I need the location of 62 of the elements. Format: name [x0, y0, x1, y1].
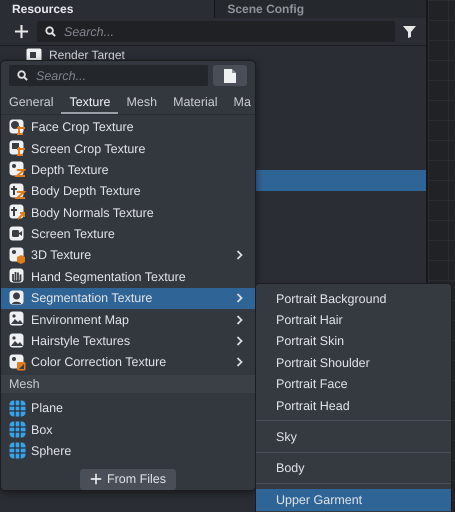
menu-item[interactable]: Environment Map	[1, 308, 255, 330]
search-icon	[45, 26, 56, 37]
menu-item[interactable]: Box	[1, 418, 255, 440]
panel-tab[interactable]: Scene Config	[214, 0, 426, 18]
submenu-item[interactable]: Portrait Skin	[256, 330, 451, 352]
section-header: Mesh	[1, 375, 255, 393]
filter-icon	[403, 25, 416, 38]
search-input[interactable]: Search...	[62, 24, 395, 40]
menu-tab[interactable]: Mesh	[118, 92, 166, 114]
grid-icon	[9, 400, 26, 417]
submenu-item[interactable]: Upper Garment	[256, 489, 451, 511]
face-crop-icon	[9, 118, 26, 136]
menu-tab[interactable]: Texture	[61, 92, 118, 114]
body-depth-icon	[9, 182, 26, 200]
submenu-item[interactable]: Portrait Face	[256, 374, 451, 395]
menu-item[interactable]: Color Correction Texture	[1, 352, 255, 374]
menu-item[interactable]: Segmentation Texture	[1, 288, 255, 309]
menu-item[interactable]: Face Crop Texture	[1, 116, 255, 138]
add-button[interactable]	[14, 24, 29, 39]
hand-icon	[9, 268, 26, 286]
submenu-item[interactable]: Portrait Hair	[256, 309, 451, 331]
grid-icon	[9, 442, 26, 460]
cube-icon	[9, 246, 26, 264]
menu-tab[interactable]: Ma	[226, 92, 255, 114]
search-field[interactable]: Search...	[37, 21, 395, 42]
camera-icon	[9, 226, 26, 243]
document-icon	[224, 68, 236, 82]
menu-tab[interactable]: Material	[165, 92, 226, 114]
plus-icon	[14, 24, 29, 39]
menu-item[interactable]: Body Depth Texture	[1, 180, 255, 202]
new-file-button[interactable]	[213, 65, 247, 86]
body-normals-icon	[9, 204, 26, 222]
search-input[interactable]: Search...	[34, 68, 208, 84]
search-field[interactable]: Search...	[9, 65, 208, 86]
menu-item[interactable]: Hairstyle Textures	[1, 330, 255, 352]
from-files-button[interactable]: From Files	[80, 468, 176, 490]
menu-item[interactable]: Depth Texture	[1, 159, 255, 181]
submenu-item[interactable]: Body	[256, 458, 451, 480]
submenu-item[interactable]: Portrait Background	[256, 288, 451, 310]
resource-row[interactable]: Render Target	[0, 44, 426, 65]
person-icon	[9, 290, 26, 307]
submenu-item[interactable]: Portrait Head	[256, 394, 451, 416]
menu-item[interactable]: Plane	[1, 398, 255, 419]
menu-item[interactable]: 3D Texture	[1, 244, 255, 266]
submenu-item[interactable]: Portrait Shoulder	[256, 352, 451, 374]
image-icon	[9, 332, 26, 350]
filter-button[interactable]	[403, 25, 416, 38]
menu-item[interactable]: Sphere	[1, 440, 255, 462]
menu-item[interactable]: Hand Segmentation Texture	[1, 266, 255, 288]
menu-tab[interactable]: General	[1, 92, 62, 114]
image-icon	[9, 311, 26, 328]
grid-icon	[9, 421, 26, 438]
depth-icon	[9, 161, 26, 178]
menu-item[interactable]: Body Normals Texture	[1, 202, 255, 224]
panel-tab[interactable]: Resources	[0, 0, 214, 18]
screen-crop-icon	[9, 140, 26, 158]
plus-icon	[90, 473, 102, 486]
menu-item[interactable]: Screen Crop Texture	[1, 138, 255, 160]
menu-item[interactable]: Screen Texture	[1, 223, 255, 245]
search-icon	[17, 70, 28, 81]
color-correction-icon	[9, 354, 26, 371]
submenu-item[interactable]: Sky	[256, 426, 451, 448]
